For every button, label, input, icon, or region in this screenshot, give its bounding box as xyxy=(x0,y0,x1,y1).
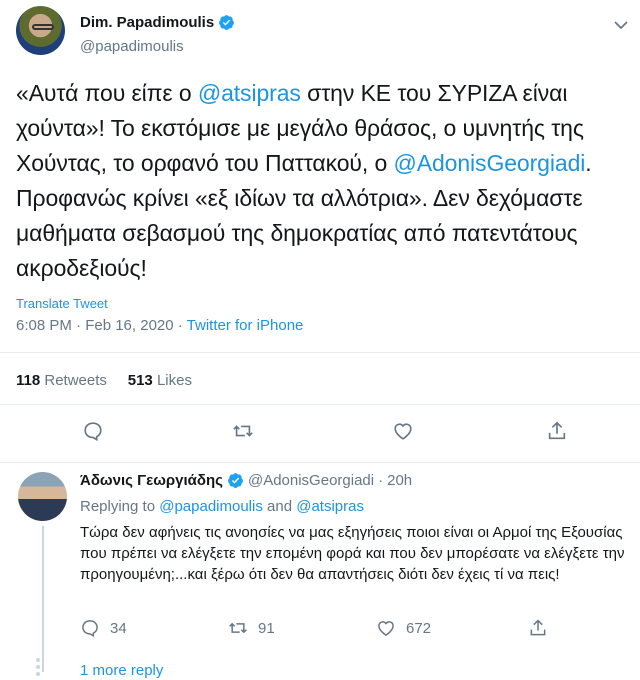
tweet-text-part: «Αυτά που είπε ο xyxy=(16,80,198,106)
divider xyxy=(0,404,640,405)
likes-count: 513 xyxy=(127,372,153,389)
retweet-button[interactable]: 91 xyxy=(228,618,275,638)
share-icon[interactable] xyxy=(546,420,568,442)
author-handle[interactable]: @papadimoulis xyxy=(80,38,184,55)
retweets-label: Retweets xyxy=(44,372,107,389)
divider xyxy=(0,352,640,353)
retweets-stat[interactable]: 118 Retweets xyxy=(16,372,107,389)
separator-dot: · xyxy=(378,472,384,489)
verified-badge-icon xyxy=(219,15,235,30)
like-icon[interactable] xyxy=(376,618,396,638)
translate-tweet-link[interactable]: Translate Tweet xyxy=(16,296,108,311)
retweet-count: 91 xyxy=(258,619,275,637)
chevron-down-icon[interactable] xyxy=(614,20,628,30)
replying-prefix: Replying to xyxy=(80,498,160,515)
mention-link[interactable]: @atsipras xyxy=(296,498,364,515)
replying-to: Replying to @papadimoulis and @atsipras xyxy=(80,498,364,515)
tweet-meta: 6:08 PM · Feb 16, 2020 · Twitter for iPh… xyxy=(16,317,303,334)
reply-header: Άδωνις Γεωργιάδης @AdonisGeorgiadi · 20h xyxy=(80,472,412,489)
mention-link[interactable]: @AdonisGeorgiadi xyxy=(393,150,585,176)
like-icon[interactable] xyxy=(392,420,414,442)
share-icon[interactable] xyxy=(528,618,548,638)
main-tweet-header: Dim. Papadimoulis @papadimoulis xyxy=(16,6,636,62)
replying-and: and xyxy=(262,498,297,515)
reply-author-handle[interactable]: @AdonisGeorgiadi xyxy=(248,472,374,489)
mention-link[interactable]: @atsipras xyxy=(198,80,301,106)
more-replies-link[interactable]: 1 more reply xyxy=(80,662,163,679)
reply-author-name[interactable]: Άδωνις Γεωργιάδης xyxy=(80,472,223,489)
author-name[interactable]: Dim. Papadimoulis xyxy=(80,14,214,31)
author-name-row[interactable]: Dim. Papadimoulis xyxy=(80,14,235,31)
reply-text: Τώρα δεν αφήνεις τις ανοησίες να μας εξη… xyxy=(80,524,625,583)
reply-button[interactable]: 34 xyxy=(80,618,127,638)
tweet-text: «Αυτά που είπε ο @atsipras στην ΚΕ του Σ… xyxy=(16,76,628,286)
retweet-icon[interactable] xyxy=(228,618,248,638)
reply-icon[interactable] xyxy=(80,618,100,638)
tweet-stats: 118 Retweets 513 Likes xyxy=(16,372,192,389)
divider xyxy=(0,462,640,463)
likes-label: Likes xyxy=(156,372,192,389)
reply-icon[interactable] xyxy=(82,420,104,442)
likes-stat[interactable]: 513 Likes xyxy=(128,372,192,389)
reply-count: 34 xyxy=(110,619,127,637)
reply-actions: 34 91 672 xyxy=(80,618,620,640)
mention-link[interactable]: @papadimoulis xyxy=(159,498,263,515)
avatar[interactable] xyxy=(18,472,67,521)
thread-line xyxy=(42,526,44,672)
tweet-actions xyxy=(0,420,640,446)
retweet-icon[interactable] xyxy=(232,420,254,442)
avatar[interactable] xyxy=(16,6,65,55)
verified-badge-icon xyxy=(228,473,243,488)
retweets-count: 118 xyxy=(16,372,41,389)
tweet-source-link[interactable]: Twitter for iPhone xyxy=(187,317,304,334)
reply-age[interactable]: 20h xyxy=(387,472,412,489)
like-button[interactable]: 672 xyxy=(376,618,431,638)
like-count: 672 xyxy=(406,619,432,637)
share-button[interactable] xyxy=(528,618,548,638)
thread-dots xyxy=(36,658,40,676)
timestamp[interactable]: 6:08 PM · Feb 16, 2020 · xyxy=(16,317,187,334)
